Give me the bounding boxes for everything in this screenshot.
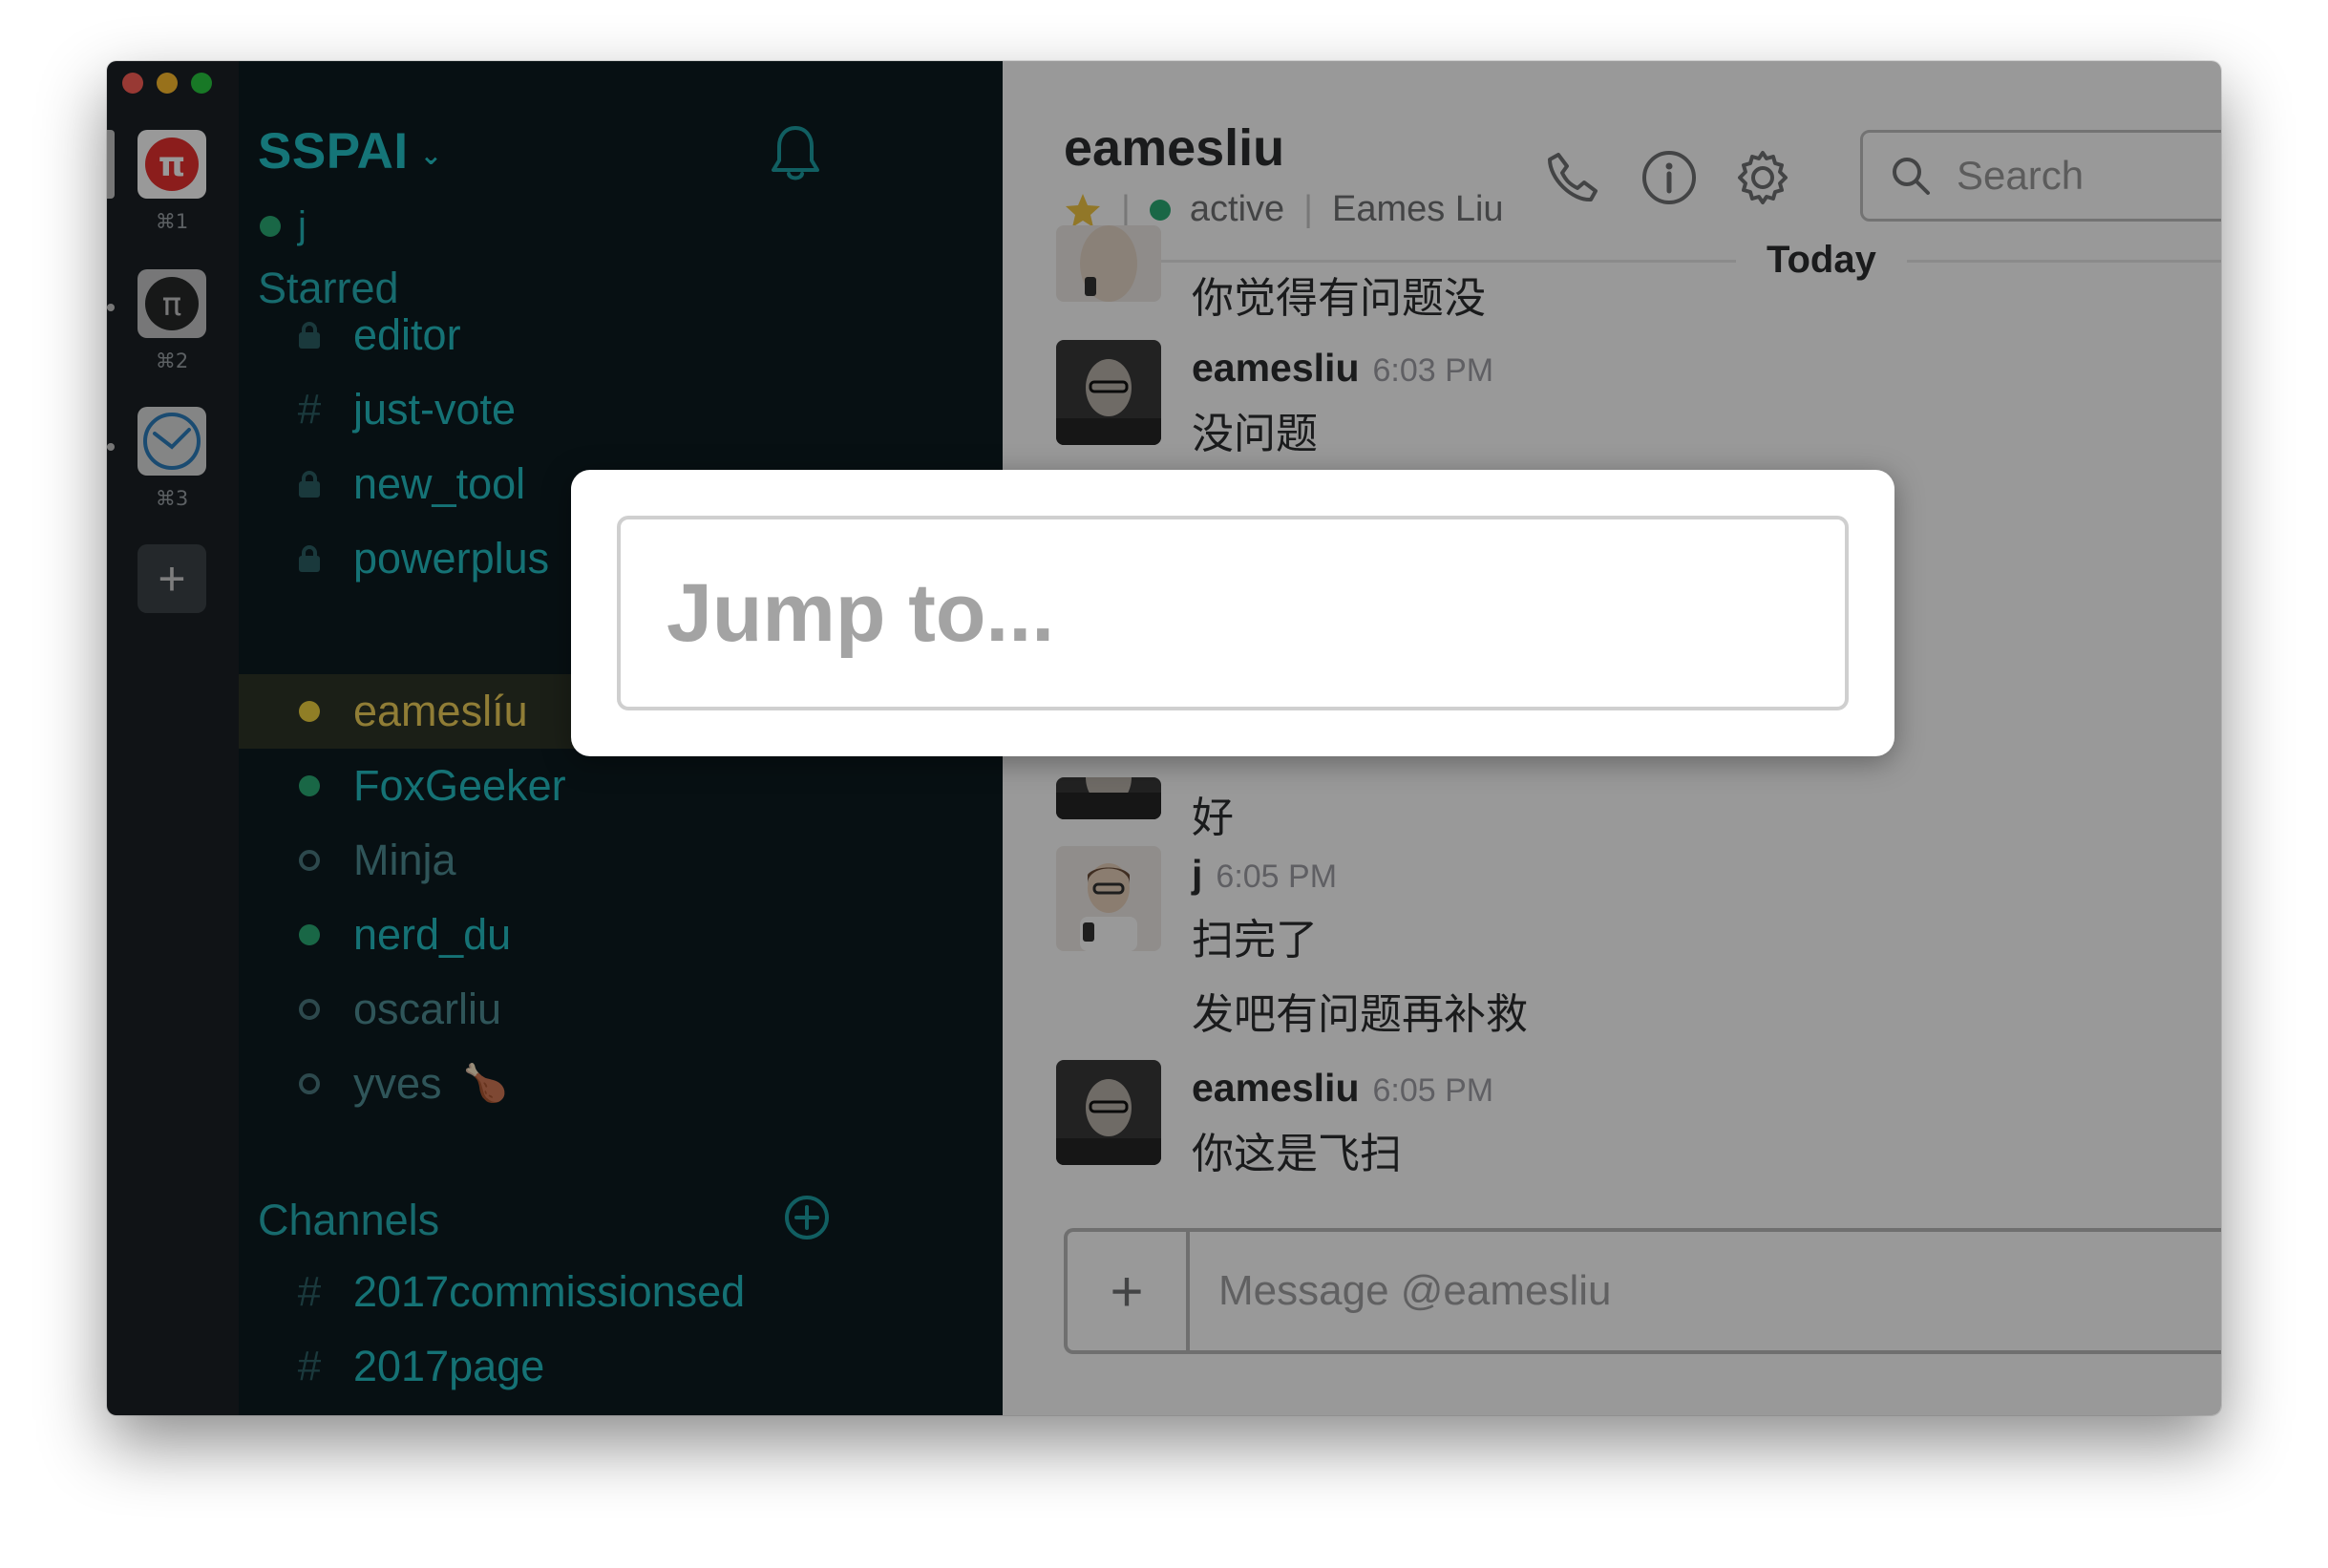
app-window: π ⌘1 π ⌘2 ⌘3 + SSPAI ⌄ j Starred editor … [107,61,2221,1415]
jump-to-input[interactable]: Jump to... [617,516,1849,710]
jump-to-placeholder: Jump to... [667,566,1055,659]
jump-to-dialog: Jump to... [571,470,1894,756]
